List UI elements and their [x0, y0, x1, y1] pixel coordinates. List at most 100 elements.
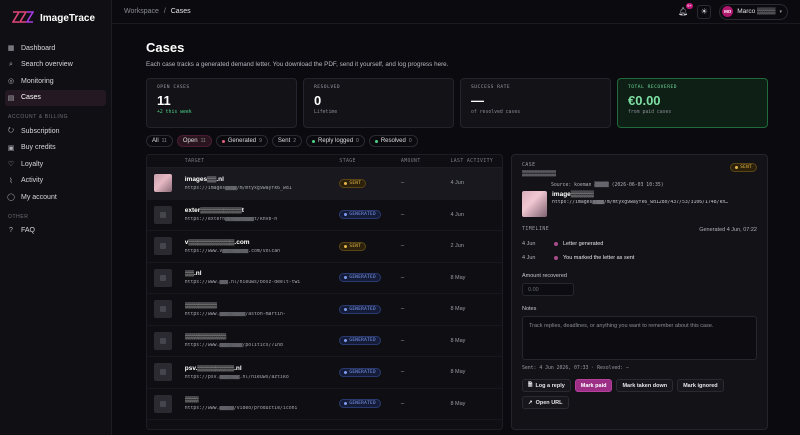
- chip-count: 9: [259, 138, 262, 144]
- filter-chip-all[interactable]: All 11: [146, 135, 173, 147]
- filter-chip-sent[interactable]: Sent 2: [271, 135, 303, 147]
- row-thumbnail: [154, 268, 172, 287]
- case-detail-panel: CASE ▒▒▒▒▒▒▒▒ SENT Source: koeman ▒▒▒▒▒ …: [511, 154, 768, 430]
- mark-paid-button[interactable]: Mark paid: [574, 379, 613, 392]
- user-menu[interactable]: MO Marco ▒▒▒▒ ▾: [719, 3, 788, 20]
- timeline-dot: [554, 256, 558, 260]
- table-row[interactable]: psv.▒▒▒▒▒▒▒▒.nl https://psv.▒▒▒▒▒▒▒.nl/ni…: [147, 357, 502, 389]
- table-row[interactable]: ▒▒▒▒▒▒▒ https://www.▒▒▒▒▒▒▒▒▒/aston-marti…: [147, 294, 502, 326]
- amount-recovered-input[interactable]: 0.00: [522, 283, 574, 296]
- user-name: Marco ▒▒▒▒: [737, 8, 776, 15]
- breadcrumb-separator: /: [163, 8, 166, 15]
- notifications-button[interactable]: 🔔︎ 9+: [677, 2, 694, 18]
- sidebar-item-activity[interactable]: ⌇ Activity: [5, 173, 106, 189]
- row-amount: –: [400, 337, 405, 344]
- detail-thumbnail[interactable]: [522, 191, 547, 217]
- logo-icon: [11, 10, 35, 26]
- sidebar-item-dashboard[interactable]: ▦ Dashboard: [5, 40, 106, 56]
- mark-taken-down-button[interactable]: Mark taken down: [616, 379, 674, 392]
- brand[interactable]: ImageTrace: [0, 10, 111, 40]
- sidebar-item-loyalty[interactable]: ♡ Loyalty: [5, 156, 106, 172]
- row-target-name: ▒▒▒▒▒▒▒: [184, 301, 217, 309]
- sidebar-item-faq[interactable]: ? FAQ: [5, 223, 106, 239]
- dashboard-icon: ▦: [7, 45, 15, 52]
- notes-textarea[interactable]: Track replies, deadlines, or anything yo…: [522, 316, 757, 360]
- header-stage[interactable]: STAGE: [339, 159, 400, 164]
- row-last-activity: 4 Jun: [450, 211, 464, 218]
- timeline-dot: [554, 242, 558, 246]
- sidebar-item-my-account[interactable]: ◯ My account: [5, 189, 106, 205]
- table-row[interactable]: ▒▒▒ https://www.▒▒▒▒▒/video/productie/ico…: [147, 389, 502, 420]
- header-amount[interactable]: AMOUNT: [401, 159, 451, 164]
- stat-value: 11: [157, 93, 171, 108]
- stage-badge: GENERATED: [339, 399, 381, 409]
- timeline-date: 4 Jun: [522, 255, 536, 261]
- detail-actions: 🗎︎ Log a reply Mark paid Mark taken down …: [522, 379, 747, 409]
- table-row[interactable]: images▒▒.nl https://images▒▒▒▒/m/mtyxg9wa…: [147, 168, 502, 200]
- open-url-button[interactable]: ↗ Open URL: [522, 396, 569, 409]
- filter-chip-open[interactable]: Open 11: [176, 135, 212, 147]
- row-target-url: https://www.▒▒▒.nl/nieuws/bosz-deelt-twi: [184, 280, 301, 286]
- page-content: Cases Each case tracks a generated deman…: [112, 24, 800, 430]
- row-amount: –: [400, 306, 405, 313]
- row-target-url: https://psv.▒▒▒▒▒▒▒.nl/nieuws/aztiko: [184, 374, 289, 380]
- table-row[interactable]: ▒▒▒▒▒▒▒▒▒ https://www.▒▒▒▒▒▒▒▒/politics/7…: [147, 326, 502, 357]
- row-target-url: https://extern▒▒▒▒▒▒▒▒▒▒t/knvb-h: [184, 217, 278, 223]
- topbar: Workspace / Cases 🔔︎ 9+ ☀ MO Marco ▒▒▒▒ …: [112, 0, 800, 24]
- sidebar-item-cases[interactable]: ▤ Cases: [5, 89, 106, 106]
- row-target-name: v▒▒▒▒▒▒▒▒▒▒.com: [184, 238, 250, 246]
- mark-ignored-button[interactable]: Mark ignored: [677, 379, 724, 392]
- stat-label: RESOLVED: [314, 85, 341, 90]
- stat-card: SUCCESS RATE — of resolved cases: [460, 78, 611, 128]
- filter-chip-generated[interactable]: Generated 9: [215, 135, 268, 147]
- breadcrumb-workspace[interactable]: Workspace: [124, 8, 159, 15]
- monitor-icon: ◎: [7, 78, 15, 85]
- stat-value: —: [471, 93, 484, 108]
- chip-label: Reply logged: [318, 138, 354, 144]
- topbar-actions: 🔔︎ 9+ ☀ MO Marco ▒▒▒▒ ▾: [677, 2, 788, 20]
- theme-toggle-button[interactable]: ☀: [697, 4, 712, 19]
- chip-count: 11: [161, 138, 167, 144]
- activity-icon: ⌇: [9, 177, 13, 185]
- stat-foot: from paid cases: [628, 110, 672, 115]
- table-row[interactable]: ▒▒.nl https://www.▒▒▒.nl/nieuws/bosz-deel…: [147, 263, 502, 294]
- log-reply-button[interactable]: 🗎︎ Log a reply: [522, 379, 571, 392]
- filter-chip-resolved[interactable]: Resolved 0: [368, 135, 418, 147]
- user-icon: ◯: [7, 194, 15, 201]
- row-target-url: https://images▒▒▒▒/m/mtyxg9wayfk6_wd1: [184, 185, 292, 191]
- row-target-url: https://www.▒▒▒▒▒/video/productie/iconi: [184, 406, 298, 412]
- timeline-text: You marked the letter as sent: [563, 255, 635, 261]
- detail-url[interactable]: https://images▒▒▒▒/m/mtyxg9wayfk6_wd1280…: [552, 200, 757, 205]
- row-last-activity: 2 Jun: [450, 243, 464, 250]
- notes-label: Notes: [522, 306, 537, 312]
- chip-label: Open: [182, 138, 198, 144]
- sidebar-item-label: FAQ: [21, 227, 36, 234]
- sidebar-item-search-overview[interactable]: ⌕ Search overview: [5, 57, 106, 73]
- filter-chip-reply-logged[interactable]: Reply logged 0: [306, 135, 365, 147]
- header-last-activity[interactable]: LAST ACTIVITY: [450, 159, 502, 164]
- detail-stage-badge: SENT: [730, 163, 757, 172]
- sidebar-item-label: Activity: [21, 177, 44, 184]
- amount-label: Amount recovered: [522, 273, 567, 279]
- row-thumbnail: [154, 174, 172, 193]
- sidebar-item-monitoring[interactable]: ◎ Monitoring: [5, 73, 106, 89]
- header-target[interactable]: TARGET: [185, 159, 340, 164]
- row-target-url: https://www.▒▒▒▒▒▒▒▒▒/aston-martin-: [184, 311, 286, 317]
- stat-foot: +2 this week: [157, 110, 192, 115]
- status-dot: [221, 139, 225, 143]
- status-dot: [344, 244, 348, 248]
- log-reply-label: Log a reply: [535, 382, 565, 389]
- main-area: Workspace / Cases 🔔︎ 9+ ☀ MO Marco ▒▒▒▒ …: [112, 0, 800, 435]
- sidebar-item-subscription[interactable]: ⭮ Subscription: [5, 123, 106, 139]
- table-row[interactable]: exter▒▒▒▒▒▒▒▒▒t https://extern▒▒▒▒▒▒▒▒▒▒t…: [147, 200, 502, 231]
- stage-text: GENERATED: [349, 306, 376, 312]
- stage-text: GENERATED: [349, 275, 376, 281]
- status-dot: [344, 370, 348, 374]
- stage-badge: GENERATED: [339, 273, 381, 283]
- sidebar-item-label: Dashboard: [21, 44, 56, 52]
- sidebar-item-buy-credits[interactable]: ▣ Buy credits: [5, 140, 106, 156]
- row-thumbnail: [154, 331, 172, 350]
- app-root: ImageTrace ▦ Dashboard ⌕ Search overview ◎ Mo…: [0, 0, 800, 435]
- table-row[interactable]: v▒▒▒▒▒▒▒▒▒▒.com https://www.v▒▒▒▒▒▒▒▒▒.co…: [147, 231, 502, 263]
- timeline-item: 4 Jun Letter generated: [522, 241, 757, 247]
